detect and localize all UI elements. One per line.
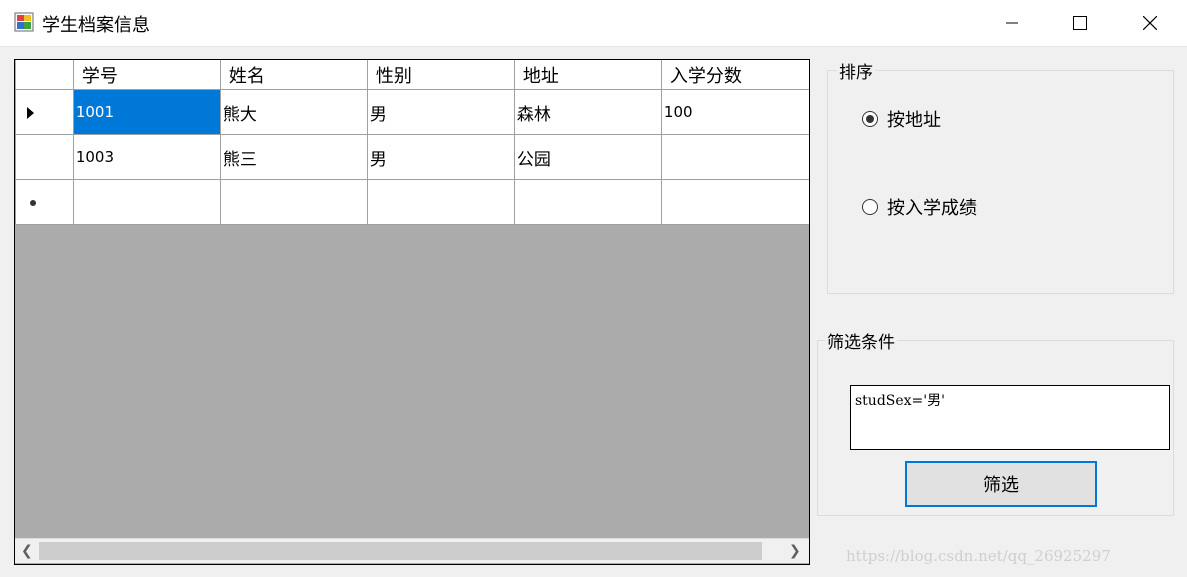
column-header-id[interactable]: 学号	[72, 60, 221, 90]
cell-sex[interactable]: 男	[366, 89, 515, 135]
cell-score[interactable]: 100	[660, 89, 809, 135]
cell-address[interactable]: 森林	[513, 89, 662, 135]
cell-score[interactable]	[660, 179, 809, 225]
maximize-icon	[1073, 16, 1087, 30]
row-header[interactable]	[15, 179, 74, 225]
scroll-right-icon[interactable]: ❯	[789, 543, 801, 559]
new-row-asterisk-icon	[30, 200, 36, 206]
radio-label: 按入学成绩	[887, 198, 977, 219]
radio-label: 按地址	[887, 110, 941, 131]
radio-sort-by-address[interactable]: 按地址	[862, 106, 941, 132]
student-data-grid[interactable]: 学号 姓名 性别 地址 入学分数 1001 熊大 男 森林 100 1003 熊…	[14, 59, 810, 565]
table-row[interactable]: 1001 熊大 男 森林 100	[15, 89, 809, 135]
current-row-arrow-icon	[27, 107, 34, 119]
cell-id[interactable]	[72, 179, 221, 225]
cell-address[interactable]	[513, 179, 662, 225]
app-icon	[14, 12, 34, 32]
column-header-address[interactable]: 地址	[513, 60, 662, 90]
title-bar: 学生档案信息	[0, 0, 1187, 47]
cell-sex[interactable]: 男	[366, 134, 515, 180]
minimize-icon	[1006, 22, 1018, 24]
table-row-new[interactable]	[15, 179, 809, 225]
cell-score[interactable]	[660, 134, 809, 180]
row-header[interactable]	[15, 89, 74, 135]
window-title: 学生档案信息	[42, 15, 150, 36]
cell-name[interactable]	[219, 179, 368, 225]
corner-header[interactable]	[15, 60, 74, 90]
column-header-score[interactable]: 入学分数	[660, 60, 809, 90]
maximize-button[interactable]	[1046, 0, 1114, 46]
close-button[interactable]	[1116, 0, 1184, 46]
sort-groupbox	[827, 70, 1174, 294]
filter-groupbox-label: 筛选条件	[825, 328, 897, 353]
cell-id[interactable]: 1001	[72, 89, 221, 135]
grid-table: 学号 姓名 性别 地址 入学分数 1001 熊大 男 森林 100 1003 熊…	[15, 60, 809, 225]
scrollbar-thumb[interactable]	[39, 542, 762, 560]
column-header-name[interactable]: 姓名	[219, 60, 368, 90]
sort-groupbox-label: 排序	[837, 58, 875, 83]
scroll-left-icon[interactable]: ❮	[21, 543, 33, 559]
header-row: 学号 姓名 性别 地址 入学分数	[15, 60, 809, 90]
column-header-sex[interactable]: 性别	[366, 60, 515, 90]
close-icon	[1143, 16, 1157, 30]
filter-condition-input[interactable]: studSex='男'	[850, 385, 1170, 450]
filter-button[interactable]: 筛选	[905, 461, 1097, 507]
table-row[interactable]: 1003 熊三 男 公园	[15, 134, 809, 180]
radio-checked-icon	[862, 111, 878, 127]
cell-address[interactable]: 公园	[513, 134, 662, 180]
row-header[interactable]	[15, 134, 74, 180]
minimize-button[interactable]	[978, 0, 1046, 46]
cell-sex[interactable]	[366, 179, 515, 225]
watermark-text: https://blog.csdn.net/qq_26925297	[846, 547, 1111, 565]
horizontal-scrollbar[interactable]: ❮ ❯	[15, 538, 809, 563]
cell-name[interactable]: 熊三	[219, 134, 368, 180]
radio-sort-by-score[interactable]: 按入学成绩	[862, 194, 977, 220]
cell-name[interactable]: 熊大	[219, 89, 368, 135]
cell-id[interactable]: 1003	[72, 134, 221, 180]
radio-unchecked-icon	[862, 199, 878, 215]
